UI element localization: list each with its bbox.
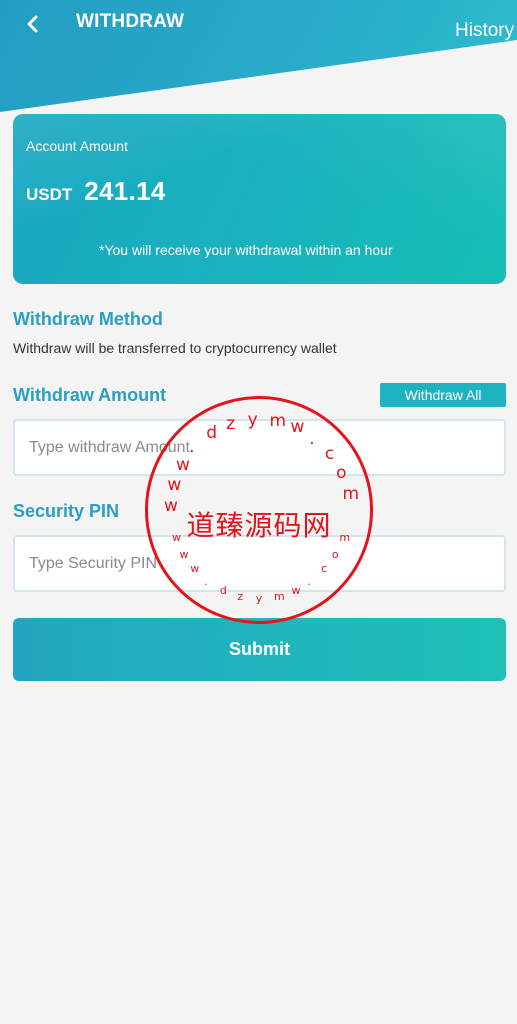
withdraw-page: WITHDRAW History Account Amount USDT 241… <box>0 0 517 1024</box>
chevron-left-icon <box>27 15 38 33</box>
stamp-outer-ring-letter: w <box>167 474 182 495</box>
security-pin-title: Security PIN <box>13 501 120 521</box>
stamp-inner-ring-letter: y <box>255 591 263 605</box>
submit-button[interactable]: Submit <box>13 618 506 681</box>
back-button[interactable] <box>18 10 46 38</box>
withdraw-amount-title: Withdraw Amount <box>13 385 167 405</box>
withdraw-method-description: Withdraw will be transferred to cryptocu… <box>13 340 337 356</box>
currency-label: USDT <box>26 185 73 204</box>
stamp-outer-ring-letter: w <box>163 496 178 517</box>
account-amount-label: Account Amount <box>26 138 128 154</box>
withdraw-amount-input[interactable] <box>13 419 506 476</box>
stamp-inner-ring-letter: z <box>237 589 244 603</box>
stamp-inner-ring-letter: m <box>273 589 285 603</box>
page-title: WITHDRAW <box>76 11 185 32</box>
withdrawal-time-note: *You will receive your withdrawal within… <box>99 242 393 258</box>
security-pin-input[interactable] <box>13 535 506 592</box>
account-balance: USDT 241.14 <box>26 176 166 207</box>
withdraw-method-title: Withdraw Method <box>13 309 163 329</box>
account-card: Account Amount USDT 241.14 *You will rec… <box>13 114 506 284</box>
history-link[interactable]: History <box>455 20 514 42</box>
stamp-outer-ring-letter: m <box>342 483 360 504</box>
withdraw-all-button[interactable]: Withdraw All <box>380 383 506 407</box>
balance-amount: 241.14 <box>84 176 166 206</box>
